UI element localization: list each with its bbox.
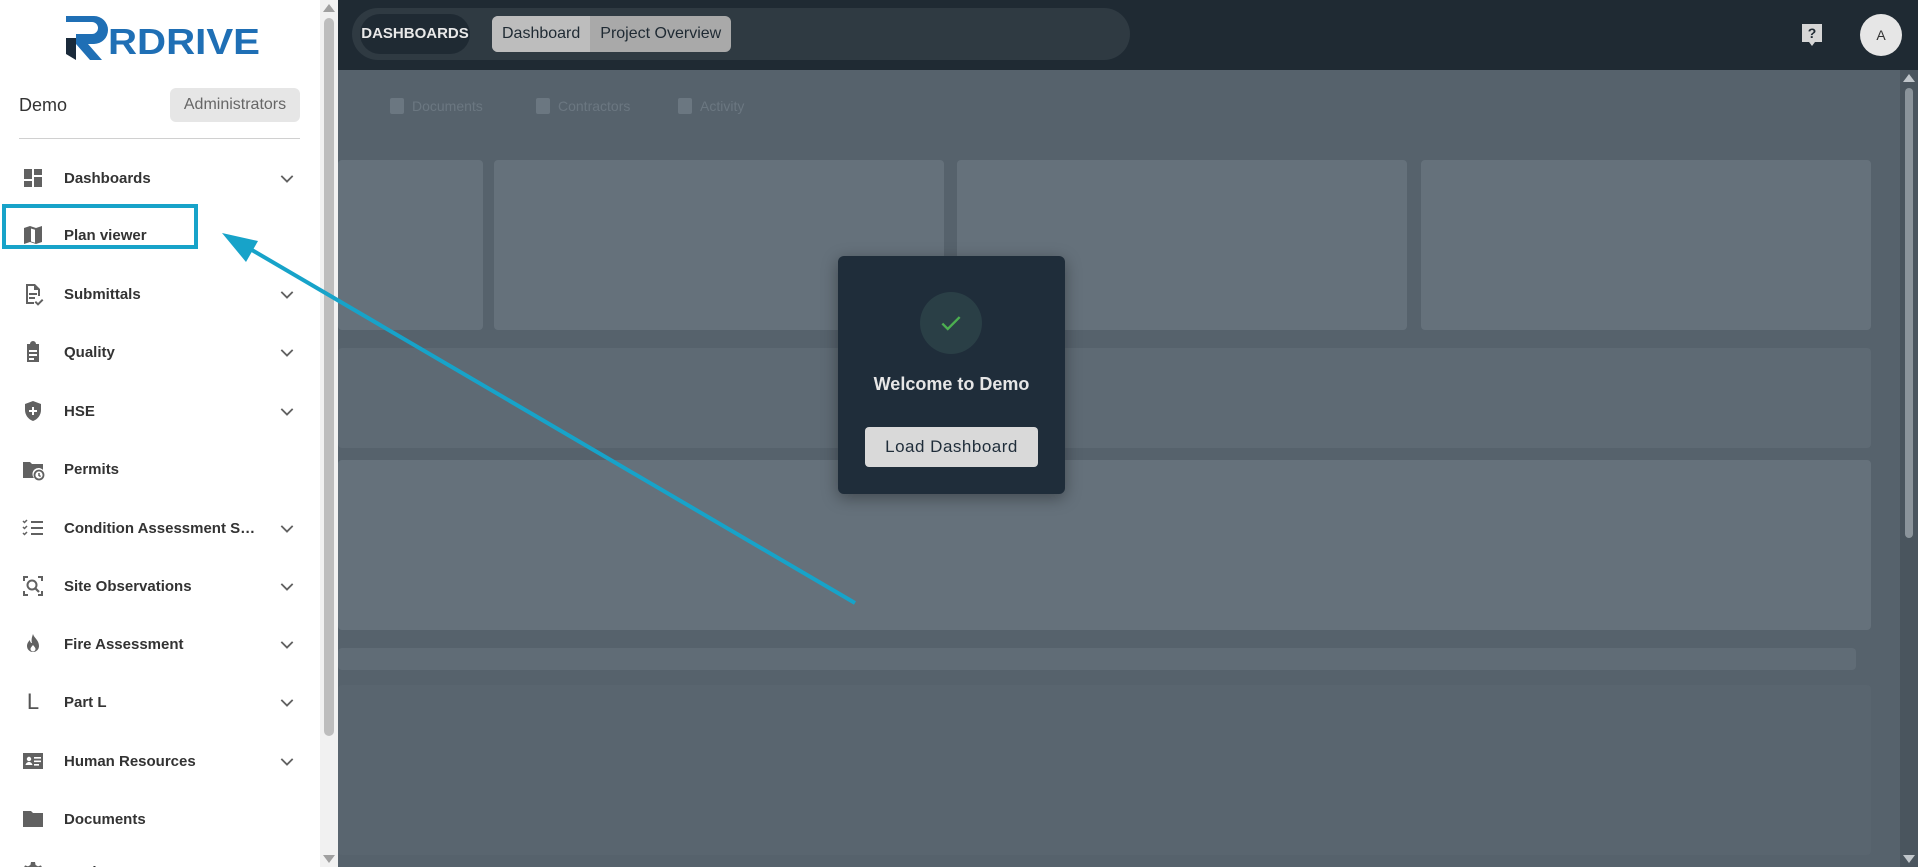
folder-icon [20, 806, 46, 832]
scroll-up-arrow-icon[interactable] [1903, 74, 1915, 82]
divider [19, 138, 300, 139]
scroll-up-arrow-icon[interactable] [323, 4, 335, 12]
sidebar-item-label: Dashboards [64, 169, 151, 187]
plan-viewer-highlight [2, 204, 198, 249]
gear-icon [20, 859, 46, 867]
rdrive-logo[interactable]: RDRIVE RDRIVE [62, 10, 262, 66]
sidebar-item-label: HSE [64, 402, 95, 420]
table-panel [338, 685, 1871, 855]
load-dashboard-button[interactable]: Load Dashboard [865, 427, 1038, 467]
sidebar-item-submittals[interactable]: Submittals [0, 270, 320, 318]
summary-panel [338, 348, 1871, 448]
sidebar-item-label: Site Observations [64, 577, 192, 595]
letter-l-icon: L [26, 689, 40, 714]
sidebar-item-site-observations[interactable]: Site Observations [0, 562, 320, 610]
success-check-icon [920, 292, 982, 354]
chevron-down-icon[interactable] [276, 167, 298, 189]
role-badge[interactable]: Administrators [170, 88, 300, 122]
sidebar-item-dashboards[interactable]: Dashboards [0, 154, 320, 202]
background-tab-activity: Activity [678, 98, 744, 114]
table-header [338, 648, 1856, 670]
welcome-dialog: Welcome to Demo Load Dashboard [838, 256, 1065, 494]
dashboard-tabs: Dashboard Project Overview [492, 16, 732, 52]
sidebar-item-label: Part L [64, 693, 107, 711]
scroll-down-arrow-icon[interactable] [1903, 855, 1915, 863]
sidebar-item-label: Condition Assessment Surv... [64, 519, 259, 537]
topbar: DASHBOARDS Dashboard Project Overview ? … [338, 0, 1918, 70]
document-icon [390, 98, 404, 114]
sidebar-item-label: Documents [64, 810, 146, 828]
clipboard-icon [20, 339, 46, 365]
activity-icon [678, 98, 692, 114]
document-check-icon [20, 281, 46, 307]
chevron-down-icon[interactable] [276, 517, 298, 539]
user-name: Demo [19, 95, 68, 115]
stat-card [338, 160, 483, 330]
sidebar-item-label: Settings [64, 864, 259, 867]
sidebar-item-label: Permits [64, 460, 120, 478]
dialog-title: Welcome to Demo [873, 374, 1030, 394]
help-icon[interactable]: ? [1800, 22, 1824, 48]
background-tab-contractors: Contractors [536, 98, 630, 114]
folder-clock-icon [20, 456, 46, 482]
sidebar-item-quality[interactable]: Quality [0, 328, 320, 376]
chevron-down-icon[interactable] [276, 861, 298, 867]
chevron-down-icon[interactable] [276, 400, 298, 422]
chevron-down-icon[interactable] [276, 283, 298, 305]
worker-icon [536, 98, 550, 114]
flame-icon [20, 631, 46, 657]
shield-plus-icon [20, 398, 46, 424]
sidebar-scroll-thumb[interactable] [324, 18, 334, 736]
sidebar: RDRIVE RDRIVE Demo Administrators Dashbo… [0, 0, 320, 867]
dashboard-switcher: DASHBOARDS Dashboard Project Overview [352, 8, 1130, 60]
background-tabs: Documents Contractors Activity [338, 80, 1898, 130]
sidebar-item-permits[interactable]: Permits [0, 445, 320, 493]
sidebar-item-label: Quality [64, 343, 115, 361]
dashboards-pill[interactable]: DASHBOARDS [360, 14, 470, 54]
chevron-down-icon[interactable] [276, 575, 298, 597]
sidebar-item-fire-assessment[interactable]: Fire Assessment [0, 620, 320, 668]
stat-card [1421, 160, 1871, 330]
sidebar-item-label: Human Resources [64, 752, 196, 770]
chevron-down-icon[interactable] [276, 750, 298, 772]
chart-panel [338, 460, 1871, 630]
tab-dashboard[interactable]: Dashboard [492, 16, 591, 52]
sidebar-item-condition-assessment-surv[interactable]: Condition Assessment Surv... [0, 504, 320, 552]
sidebar-item-label: Fire Assessment [64, 635, 184, 653]
sidebar-item-label: Submittals [64, 285, 141, 303]
chevron-down-icon[interactable] [276, 691, 298, 713]
content-scroll-thumb[interactable] [1905, 88, 1913, 538]
sidebar-item-settings[interactable]: Settings [0, 848, 320, 867]
background-tab-documents: Documents [390, 98, 483, 114]
scroll-down-arrow-icon[interactable] [323, 855, 335, 863]
svg-text:?: ? [1808, 25, 1817, 41]
sidebar-scrollbar[interactable] [320, 0, 338, 867]
chevron-down-icon[interactable] [276, 341, 298, 363]
sidebar-item-human-resources[interactable]: Human Resources [0, 737, 320, 785]
tab-project-overview[interactable]: Project Overview [590, 16, 731, 52]
dashboard-icon [20, 165, 46, 191]
zoom-scan-icon [20, 573, 46, 599]
sidebar-item-part-l[interactable]: L Part L [0, 678, 320, 726]
svg-text:RDRIVE: RDRIVE [108, 21, 260, 62]
user-row: Demo Administrators [0, 86, 320, 126]
sidebar-item-hse[interactable]: HSE [0, 387, 320, 435]
content-scrollbar[interactable] [1900, 70, 1918, 867]
dashboard-content: Documents Contractors Activity [338, 70, 1918, 867]
id-card-icon [20, 748, 46, 774]
chevron-down-icon[interactable] [276, 633, 298, 655]
checklist-icon [20, 515, 46, 541]
sidebar-item-documents[interactable]: Documents [0, 795, 320, 843]
avatar[interactable]: A [1860, 14, 1902, 56]
